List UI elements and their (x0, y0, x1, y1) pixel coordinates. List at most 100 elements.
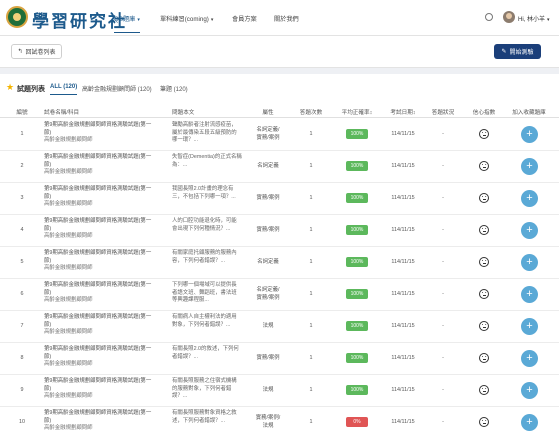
question-text[interactable]: 有關長照2.0的敘述，下列何者錯誤？... (172, 346, 242, 361)
question-text[interactable]: 有關家庭托顧服務的服務內容，下列何者錯誤？... (172, 250, 242, 265)
add-favorite-button[interactable]: + (521, 414, 538, 431)
question-text[interactable]: 我國長照2.0計畫的理念有三，不包括下列哪一項？... (172, 186, 242, 201)
academy-logo[interactable] (6, 6, 28, 28)
nav-about[interactable]: 關於我們 (274, 14, 299, 23)
add-favorite-button[interactable]: + (521, 382, 538, 399)
answer-count: 1 (309, 195, 313, 201)
nav-membership[interactable]: 會員方案 (232, 14, 257, 23)
add-favorite-button[interactable]: + (521, 286, 538, 303)
neutral-face-icon[interactable] (479, 225, 489, 235)
subject-name: 高齡金融規劃顧問師 (44, 297, 93, 304)
avg-rate-badge: 100% (346, 129, 368, 139)
action-bar: ↰ 回試卷列表 ✎ 開始測驗 (0, 36, 559, 68)
answer-count: 1 (309, 227, 313, 233)
user-menu[interactable]: Hi, 林小羊 ▾ (518, 14, 550, 23)
add-favorite-button[interactable]: + (521, 158, 538, 175)
neutral-face-icon[interactable] (479, 289, 489, 299)
answer-status: - (442, 291, 444, 297)
add-favorite-button[interactable]: + (521, 254, 538, 271)
add-favorite-button[interactable]: + (521, 126, 538, 143)
add-favorite-button[interactable]: + (521, 190, 538, 207)
sort-icon: ↕ (412, 110, 416, 116)
question-text[interactable]: 有關長照服務之住宿式機構的服務對象，下列何者錯誤？... (172, 378, 242, 401)
subject-name: 高齡金融規劃顧問師 (44, 361, 93, 368)
exam-name-cell: 第9期高齡金融規劃顧問師資格測驗試題(第一節) 高齡金融規劃顧問師 (44, 250, 152, 273)
neutral-face-icon[interactable] (479, 321, 489, 331)
avg-rate-value: 100% (350, 291, 364, 297)
avg-rate-badge: 100% (346, 289, 368, 299)
add-favorite-button[interactable]: + (521, 318, 538, 335)
back-to-exam-list-button[interactable]: ↰ 回試卷列表 (11, 44, 62, 59)
question-number: 3 (20, 195, 24, 201)
pencil-icon: ✎ (501, 49, 507, 55)
question-number: 1 (20, 131, 24, 137)
col-date[interactable]: 考試日期↕ (390, 108, 415, 116)
exam-date: 114/11/15 (391, 131, 415, 137)
add-favorite-button[interactable]: + (521, 222, 538, 239)
table-row[interactable]: 2 第9期高齡金融規劃顧問師資格測驗試題(第一節) 高齡金融規劃顧問師 失智症(Dem… (0, 151, 559, 183)
exam-date: 114/11/15 (391, 163, 415, 169)
question-number: 6 (20, 291, 24, 297)
attribute-tag: 名詞定義/ (256, 127, 280, 133)
table-row[interactable]: 8 第9期高齡金融規劃顧問師資格測驗試題(第一節) 高齡金融規劃顧問師 有關長照2.0… (0, 343, 559, 375)
exam-name: 第9期高齡金融規劃顧問師資格測驗試題(第一節) (44, 250, 152, 264)
neutral-face-icon[interactable] (479, 417, 489, 427)
attribute-tag: 法規 (262, 323, 274, 329)
tab-all[interactable]: ALL (120) (50, 84, 78, 95)
nav-subject-practice[interactable]: 單科練習(coming) ▾ (160, 14, 213, 23)
tab-written[interactable]: 筆題 (120) (160, 84, 188, 93)
neutral-face-icon[interactable] (479, 385, 489, 395)
answer-count: 1 (309, 259, 313, 265)
back-arrow-icon: ↰ (17, 49, 23, 55)
tab-advisor[interactable]: 高齡金融規劃顧問師 (120) (82, 84, 152, 93)
exam-name-cell: 第9期高齡金融規劃顧問師資格測驗試題(第一節) 高齡金融規劃顧問師 (44, 218, 152, 241)
answer-status: - (442, 419, 444, 425)
exam-name: 第9期高齡金融規劃顧問師資格測驗試題(第一節) (44, 122, 152, 136)
table-row[interactable]: 4 第9期高齡金融規劃顧問師資格測驗試題(第一節) 高齡金融規劃顧問師 人的口腔功能退… (0, 215, 559, 247)
exam-name-cell: 第9期高齡金融規劃顧問師資格測驗試題(第一節) 高齡金融規劃顧問師 (44, 410, 152, 433)
table-row[interactable]: 7 第9期高齡金融規劃顧問師資格測驗試題(第一節) 高齡金融規劃顧問師 有關病人自主權… (0, 311, 559, 343)
table-row[interactable]: 9 第9期高齡金融規劃顧問師資格測驗試題(第一節) 高齡金融規劃顧問師 有關長照服務之… (0, 375, 559, 407)
brand-title[interactable]: 學習研究社 (32, 7, 127, 32)
answer-count: 1 (309, 323, 313, 329)
question-text[interactable]: 聲勵高齡者注射流感疫苗，屬於最傳染五段五級預防的哪一環？... (172, 122, 242, 145)
table-row[interactable]: 3 第9期高齡金融規劃顧問師資格測驗試題(第一節) 高齡金融規劃顧問師 我國長照2.0… (0, 183, 559, 215)
question-text[interactable]: 有關病人自主權利法的適用對象，下列何者錯誤？... (172, 314, 242, 329)
question-text[interactable]: 下列哪一個場域可以提供長者語文班、舞蹈班，書法班等興趣課程服... (172, 282, 242, 305)
exam-name: 第9期高齡金融規劃顧問師資格測驗試題(第一節) (44, 218, 152, 232)
question-text[interactable]: 有關長照服務對象資格之敘述，下列何者錯誤？... (172, 410, 242, 425)
question-text[interactable]: 失智症(Dementia)的正式名稱為：... (172, 154, 242, 169)
chevron-down-icon: ▾ (547, 17, 550, 23)
neutral-face-icon[interactable] (479, 161, 489, 171)
neutral-face-icon[interactable] (479, 257, 489, 267)
col-avg-rate[interactable]: 平均正確率↕ (342, 108, 373, 116)
exam-date: 114/11/15 (391, 291, 415, 297)
add-favorite-button[interactable]: + (521, 350, 538, 367)
nav-membership-label: 會員方案 (232, 16, 257, 23)
search-icon[interactable] (485, 13, 493, 21)
table-row[interactable]: 10 第9期高齡金融規劃顧問師資格測驗試題(第一節) 高齡金融規劃顧問師 有關長照服務… (0, 407, 559, 436)
neutral-face-icon[interactable] (479, 193, 489, 203)
neutral-face-icon[interactable] (479, 353, 489, 363)
question-text[interactable]: 人的口腔功能退化時，可能會出現下列何種情況？... (172, 218, 242, 233)
col-avg-rate-label: 平均正確率 (341, 110, 370, 116)
exam-date: 114/11/15 (391, 355, 415, 361)
table-row[interactable]: 5 第9期高齡金融規劃顧問師資格測驗試題(第一節) 高齡金融規劃顧問師 有關家庭托顧服… (0, 247, 559, 279)
exam-date: 114/11/15 (391, 195, 415, 201)
avatar[interactable] (503, 11, 515, 23)
chevron-down-icon: ▾ (210, 17, 214, 23)
subject-name: 高齡金融規劃顧問師 (44, 201, 93, 208)
subject-name: 高齡金融規劃顧問師 (44, 393, 93, 400)
attribute-tag: 實務/案例 (256, 294, 280, 301)
nav-qb-bank[interactable]: QB題庫 ▾ (114, 14, 140, 33)
neutral-face-icon[interactable] (479, 129, 489, 139)
start-test-button[interactable]: ✎ 開始測驗 (494, 44, 541, 59)
table-row[interactable]: 1 第9期高齡金融規劃顧問師資格測驗試題(第一節) 高齡金融規劃顧問師 聲勵高齡者注射… (0, 119, 559, 151)
exam-name: 第9期高齡金融規劃顧問師資格測驗試題(第一節) (44, 378, 152, 392)
question-number: 2 (20, 163, 24, 169)
answer-status: - (442, 323, 444, 329)
avg-rate-value: 100% (350, 323, 364, 329)
table-row[interactable]: 6 第9期高齡金融規劃顧問師資格測驗試題(第一節) 高齡金融規劃顧問師 下列哪一個場域… (0, 279, 559, 311)
exam-name-cell: 第9期高齡金融規劃顧問師資格測驗試題(第一節) 高齡金融規劃顧問師 (44, 186, 152, 209)
avg-rate-badge: 100% (346, 385, 368, 395)
